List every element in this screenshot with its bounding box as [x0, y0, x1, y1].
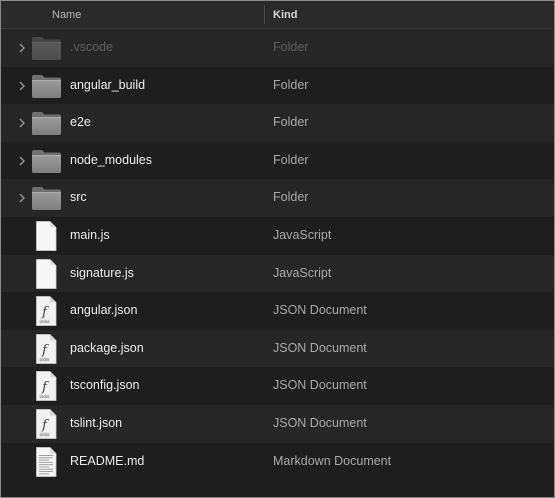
file-kind: Folder: [273, 115, 309, 130]
file-kind: Folder: [273, 40, 309, 54]
file-kind: Markdown Document: [273, 453, 392, 468]
file-name: e2e: [70, 115, 91, 130]
file-row[interactable]: f JSON tslint.json JSON Document: [1, 404, 554, 443]
json-document-icon: f JSON: [34, 333, 58, 365]
chevron-right-icon[interactable]: [16, 191, 28, 203]
svg-text:JSON: JSON: [39, 433, 49, 437]
file-kind: JSON Document: [273, 415, 367, 430]
file-name: tsconfig.json: [70, 378, 140, 393]
chevron-right-icon[interactable]: [16, 154, 28, 166]
chevron-right-icon[interactable]: [16, 41, 28, 53]
file-row[interactable]: node_modules Folder: [1, 141, 554, 180]
file-name: angular_build: [70, 77, 146, 92]
file-list: .vscode Folder angular_build Folder e2e Folde…: [1, 29, 554, 481]
folder-icon: [31, 110, 62, 136]
file-name: node_modules: [70, 152, 153, 167]
text-document-icon: [34, 446, 58, 478]
file-row[interactable]: angular_build Folder: [1, 66, 554, 105]
kind-column-header[interactable]: Kind: [273, 1, 297, 29]
folder-icon: [31, 148, 62, 174]
svg-text:JSON: JSON: [39, 358, 49, 362]
file-name: package.json: [70, 340, 144, 355]
json-document-icon: f JSON: [34, 408, 58, 440]
column-header-bar: Name Kind: [1, 1, 554, 29]
file-kind: Folder: [273, 190, 309, 205]
svg-text:JSON: JSON: [39, 320, 49, 324]
file-kind: JSON Document: [273, 378, 367, 393]
name-column-header[interactable]: Name: [52, 1, 81, 29]
file-name: angular.json: [70, 303, 138, 318]
file-name: signature.js: [70, 265, 134, 280]
svg-text:JSON: JSON: [39, 395, 49, 399]
chevron-right-icon[interactable]: [16, 79, 28, 91]
json-document-icon: f JSON: [34, 295, 58, 327]
file-name: .vscode: [70, 40, 114, 54]
blank-document-icon: [34, 258, 58, 290]
folder-icon: [31, 185, 62, 211]
folder-icon: [31, 35, 62, 61]
blank-document-icon: [34, 220, 58, 252]
file-kind: JSON Document: [273, 340, 367, 355]
file-row[interactable]: f JSON tsconfig.json JSON Document: [1, 367, 554, 405]
json-document-icon: f JSON: [34, 370, 58, 402]
finder-window: Name Kind .vscode Folder angular_build Fold…: [0, 0, 555, 498]
file-row[interactable]: .vscode Folder: [1, 29, 554, 67]
file-row[interactable]: src Folder: [1, 179, 554, 217]
file-name: README.md: [70, 453, 145, 468]
file-kind: Folder: [273, 152, 309, 167]
file-name: src: [70, 190, 87, 205]
column-divider[interactable]: [264, 5, 265, 24]
chevron-right-icon[interactable]: [16, 116, 28, 128]
file-row[interactable]: f JSON package.json JSON Document: [1, 329, 554, 368]
file-row[interactable]: f JSON angular.json JSON Document: [1, 292, 554, 330]
file-name: tslint.json: [70, 415, 123, 430]
file-row[interactable]: README.md Markdown Document: [1, 442, 554, 481]
file-name: main.js: [70, 227, 110, 242]
file-row[interactable]: signature.js JavaScript: [1, 254, 554, 293]
file-kind: JavaScript: [273, 227, 332, 242]
file-row[interactable]: e2e Folder: [1, 104, 554, 142]
file-row[interactable]: main.js JavaScript: [1, 216, 554, 255]
file-kind: JavaScript: [273, 265, 332, 280]
file-kind: Folder: [273, 77, 309, 92]
file-kind: JSON Document: [273, 303, 367, 318]
folder-icon: [31, 73, 62, 99]
